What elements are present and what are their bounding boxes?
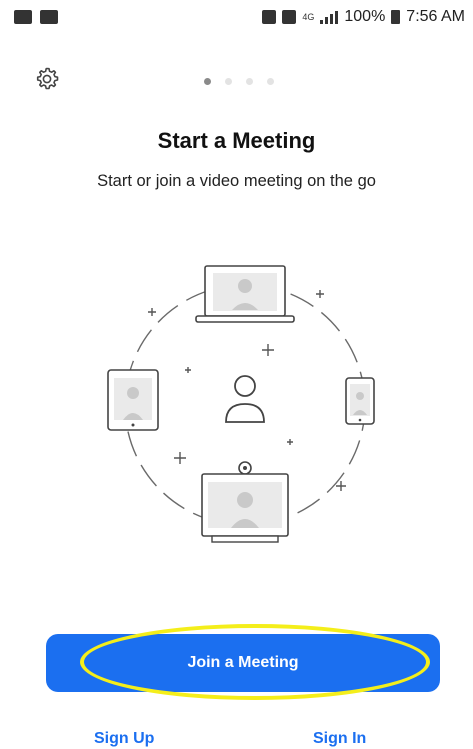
monitor-device-icon <box>201 461 289 543</box>
sign-up-link[interactable]: Sign Up <box>94 730 154 748</box>
page-subtitle: Start or join a video meeting on the go <box>97 172 376 190</box>
page-dot-1[interactable] <box>204 78 211 85</box>
activity-icon <box>40 10 58 24</box>
battery-icon <box>391 10 401 24</box>
sign-in-link[interactable]: Sign In <box>313 730 366 748</box>
lock-icon <box>262 10 277 24</box>
notification-icons <box>14 10 58 24</box>
user-icon <box>225 375 265 423</box>
gear-icon[interactable] <box>34 66 60 92</box>
phone-device-icon <box>345 377 375 425</box>
mute-icon <box>282 10 297 24</box>
laptop-device-icon <box>195 265 295 323</box>
page-title: Start a Meeting <box>157 128 316 153</box>
meeting-illustration <box>107 265 375 543</box>
tablet-device-icon <box>107 369 159 431</box>
system-indicators: 4G 100% 7:56 AM <box>262 8 465 26</box>
status-bar: 4G 100% 7:56 AM <box>0 0 473 36</box>
clock: 7:56 AM <box>406 8 465 25</box>
page-dot-2[interactable] <box>225 78 232 85</box>
signal-icon <box>320 10 339 24</box>
join-meeting-button[interactable]: Join a Meeting <box>46 634 440 692</box>
page-indicator <box>204 78 274 85</box>
page-dot-4[interactable] <box>267 78 274 85</box>
network-type: 4G <box>302 12 315 22</box>
page-dot-3[interactable] <box>246 78 253 85</box>
battery-percent: 100% <box>344 8 386 25</box>
gallery-icon <box>14 10 32 24</box>
